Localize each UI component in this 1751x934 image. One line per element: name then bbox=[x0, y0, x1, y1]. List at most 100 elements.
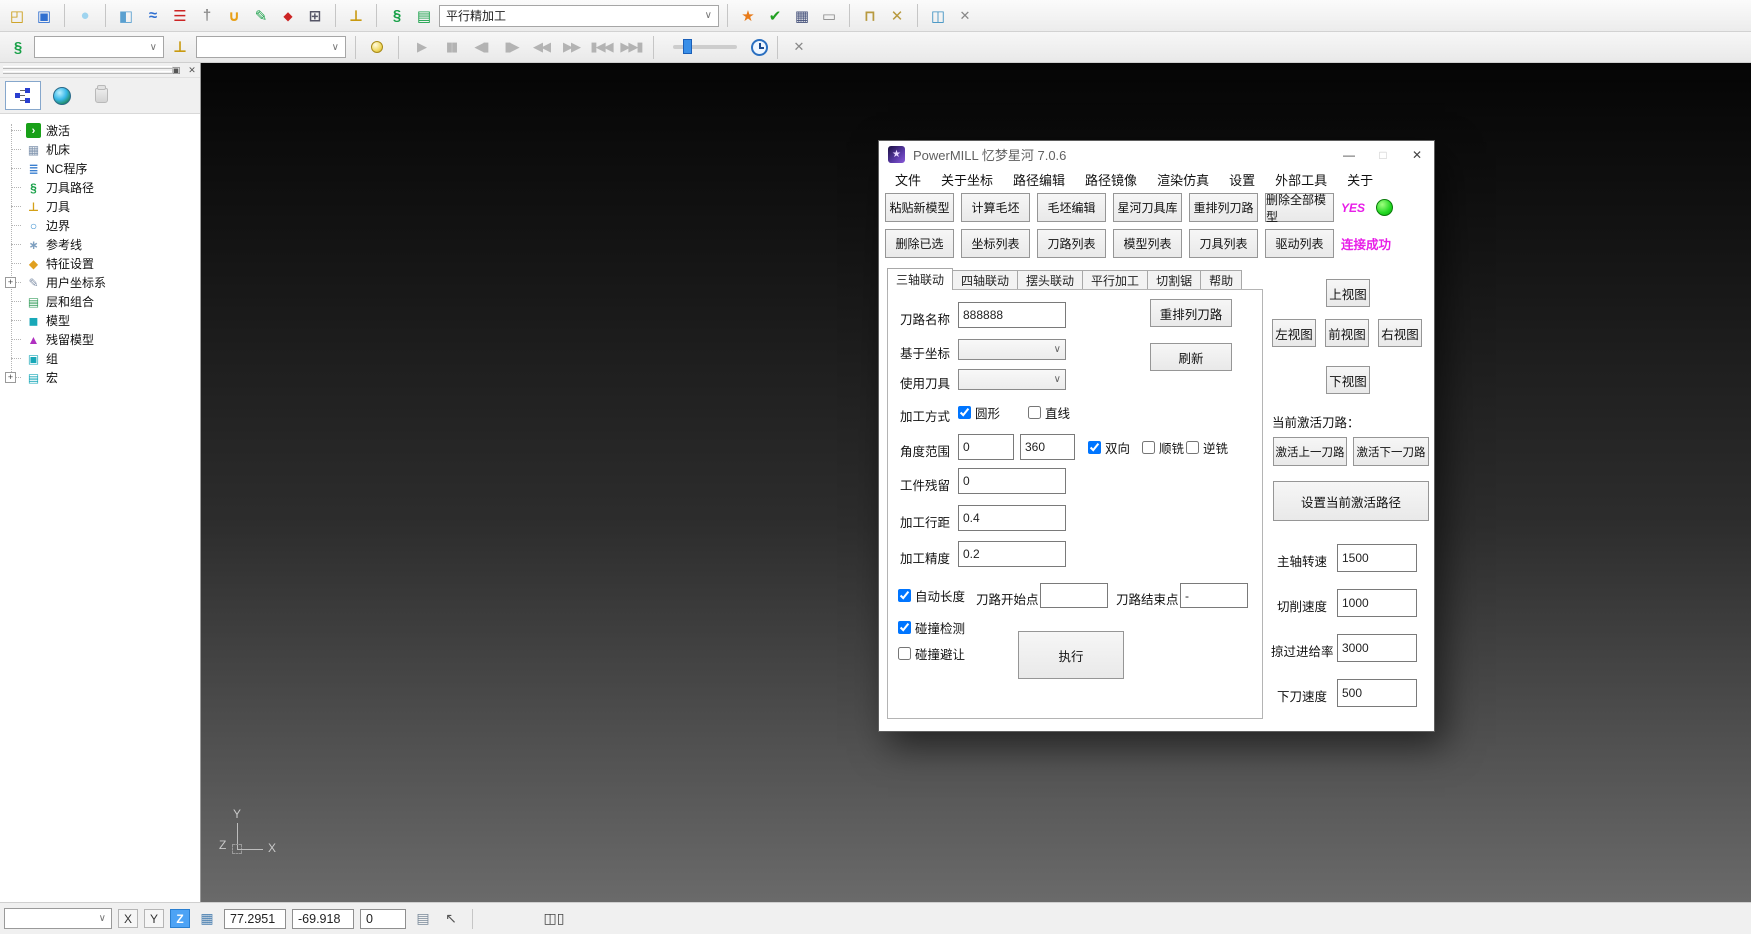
auto-length-input[interactable] bbox=[898, 589, 911, 602]
tool-holder-icon[interactable]: ⊥ bbox=[344, 4, 368, 28]
tree-item-tools[interactable]: ⊥ 刀具 bbox=[0, 197, 200, 216]
tree-item-toolpaths[interactable]: § 刀具路径 bbox=[0, 178, 200, 197]
menu-about-coords[interactable]: 关于坐标 bbox=[931, 168, 1003, 191]
angle-to-input[interactable] bbox=[1020, 434, 1075, 460]
points-icon[interactable]: ◆ bbox=[276, 4, 300, 28]
drive-list-button[interactable]: 驱动列表 bbox=[1265, 229, 1334, 258]
expander-icon[interactable]: + bbox=[5, 372, 16, 383]
mode-line-input[interactable] bbox=[1028, 406, 1041, 419]
rewind-button[interactable]: ◀◀ bbox=[528, 36, 554, 58]
pointer-icon[interactable]: ↖ bbox=[440, 909, 462, 929]
sim-toolpath-icon[interactable]: § bbox=[6, 35, 30, 59]
delete-all-models-button[interactable]: 删除全部模型 bbox=[1265, 193, 1334, 222]
lightbulb-icon[interactable] bbox=[371, 41, 383, 53]
refresh-button[interactable]: 刷新 bbox=[1150, 343, 1232, 371]
block-icon[interactable]: ● bbox=[73, 4, 97, 28]
close-toolbar-icon[interactable]: ✕ bbox=[787, 35, 811, 59]
step-back-button[interactable]: ◀▮ bbox=[468, 36, 494, 58]
tree-item-workplanes[interactable]: + ✎ 用户坐标系 bbox=[0, 273, 200, 292]
dialog-titlebar[interactable]: ★ PowerMILL 忆梦星河 7.0.6 — □ ✕ bbox=[879, 141, 1434, 168]
delete-selected-button[interactable]: 删除已选 bbox=[885, 229, 954, 258]
panel-close-icon[interactable]: ✕ bbox=[186, 64, 198, 76]
play-button[interactable]: ▶ bbox=[408, 36, 434, 58]
tree-item-boundaries[interactable]: ○ 边界 bbox=[0, 216, 200, 235]
boundary-icon[interactable]: ∪ bbox=[222, 4, 246, 28]
close-toolbar-icon[interactable]: ✕ bbox=[953, 4, 977, 28]
tool-pair-icon[interactable]: ⊓ bbox=[858, 4, 882, 28]
cylinders-icon[interactable]: ◫ bbox=[926, 4, 950, 28]
sim-tool-icon[interactable]: ⊥ bbox=[168, 35, 192, 59]
climb-checkbox[interactable]: 顺铣 bbox=[1142, 438, 1184, 457]
tab-help[interactable]: 帮助 bbox=[1200, 270, 1242, 290]
list-icon[interactable]: ▤ bbox=[412, 909, 434, 929]
block-edit-button[interactable]: 毛坯编辑 bbox=[1037, 193, 1106, 222]
model-list-button[interactable]: 模型列表 bbox=[1113, 229, 1182, 258]
pattern-icon[interactable]: ✎ bbox=[249, 4, 273, 28]
collision-check-checkbox[interactable]: 碰撞检测 bbox=[898, 618, 965, 637]
strategy-select[interactable]: 平行精加工 ∨ bbox=[439, 5, 719, 27]
menu-about[interactable]: 关于 bbox=[1337, 168, 1383, 191]
auto-length-checkbox[interactable]: 自动长度 bbox=[898, 586, 965, 605]
stepover-input[interactable] bbox=[958, 505, 1066, 531]
check-toolpath-icon[interactable]: ✔ bbox=[763, 4, 787, 28]
paste-new-model-button[interactable]: 粘贴新模型 bbox=[885, 193, 954, 222]
menu-path-edit[interactable]: 路径编辑 bbox=[1003, 168, 1075, 191]
sim-toolpath-select[interactable]: ∨ bbox=[34, 36, 164, 58]
tolerance-input[interactable] bbox=[958, 541, 1066, 567]
close-button[interactable]: ✕ bbox=[1400, 142, 1434, 167]
climb-input[interactable] bbox=[1142, 441, 1155, 454]
tab-web[interactable] bbox=[44, 81, 80, 110]
use-tool-select[interactable]: ∨ bbox=[958, 369, 1066, 390]
conventional-input[interactable] bbox=[1186, 441, 1199, 454]
toolpath-name-input[interactable] bbox=[958, 302, 1066, 328]
ruler-icon[interactable]: ▭ bbox=[817, 4, 841, 28]
rearrange-paths-button[interactable]: 重排列刀路 bbox=[1189, 193, 1258, 222]
tree-item-stock-models[interactable]: ▲ 残留模型 bbox=[0, 330, 200, 349]
tree-item-nc-programs[interactable]: ≣ NC程序 bbox=[0, 159, 200, 178]
toolpath-create-icon[interactable]: ≈ bbox=[141, 4, 165, 28]
tab-3axis[interactable]: 三轴联动 bbox=[887, 268, 953, 290]
tree-item-patterns[interactable]: ∗ 参考线 bbox=[0, 235, 200, 254]
collision-avoid-input[interactable] bbox=[898, 647, 911, 660]
tree-item-macros[interactable]: + ▤ 宏 bbox=[0, 368, 200, 387]
collision-check-input[interactable] bbox=[898, 621, 911, 634]
calculator-icon[interactable]: ▦ bbox=[790, 4, 814, 28]
create-block-icon[interactable]: ◧ bbox=[114, 4, 138, 28]
tree-item-models[interactable]: ◼ 模型 bbox=[0, 311, 200, 330]
panel-dock-header[interactable]: ▣ ✕ bbox=[0, 63, 200, 78]
plunge-feed-input[interactable] bbox=[1337, 679, 1417, 707]
menu-file[interactable]: 文件 bbox=[885, 168, 931, 191]
go-to-start-button[interactable]: ▮◀◀ bbox=[588, 36, 614, 58]
path-start-input[interactable] bbox=[1040, 583, 1108, 608]
verify-toolpath-icon[interactable]: ★ bbox=[736, 4, 760, 28]
go-to-end-button[interactable]: ▶▶▮ bbox=[618, 36, 644, 58]
tab-recycle-bin[interactable] bbox=[83, 81, 119, 110]
view-right-button[interactable]: 右视图 bbox=[1378, 319, 1422, 347]
tree-item-activate[interactable]: › 激活 bbox=[0, 121, 200, 140]
toolpath-icon[interactable]: § bbox=[385, 4, 409, 28]
tab-swivel-head[interactable]: 摆头联动 bbox=[1017, 270, 1083, 290]
view-left-button[interactable]: 左视图 bbox=[1272, 319, 1316, 347]
tab-explorer-tree[interactable] bbox=[5, 81, 41, 110]
view-top-button[interactable]: 上视图 bbox=[1326, 279, 1370, 307]
path-list-button[interactable]: 刀路列表 bbox=[1037, 229, 1106, 258]
skim-feed-input[interactable] bbox=[1337, 634, 1417, 662]
workplane-icon[interactable]: ⊞ bbox=[303, 4, 327, 28]
tab-parallel[interactable]: 平行加工 bbox=[1082, 270, 1148, 290]
menu-settings[interactable]: 设置 bbox=[1219, 168, 1265, 191]
sim-tool-select[interactable]: ∨ bbox=[196, 36, 346, 58]
spindle-speed-input[interactable] bbox=[1337, 544, 1417, 572]
set-active-path-button[interactable]: 设置当前激活路径 bbox=[1273, 481, 1429, 521]
bidirectional-input[interactable] bbox=[1088, 441, 1101, 454]
statusbar-select[interactable]: ∨ bbox=[4, 908, 112, 929]
calc-block-button[interactable]: 计算毛坯 bbox=[961, 193, 1030, 222]
view-front-button[interactable]: 前视图 bbox=[1325, 319, 1369, 347]
mode-circle-checkbox[interactable]: 圆形 bbox=[958, 403, 1000, 422]
tree-item-levels-sets[interactable]: ▤ 层和组合 bbox=[0, 292, 200, 311]
activate-next-button[interactable]: 激活下一刀路 bbox=[1353, 437, 1429, 466]
conventional-checkbox[interactable]: 逆铣 bbox=[1186, 438, 1228, 457]
tab-saw[interactable]: 切割锯 bbox=[1147, 270, 1201, 290]
bidirectional-checkbox[interactable]: 双向 bbox=[1088, 438, 1130, 457]
axis-x-button[interactable]: X bbox=[118, 909, 138, 928]
angle-from-input[interactable] bbox=[958, 434, 1014, 460]
